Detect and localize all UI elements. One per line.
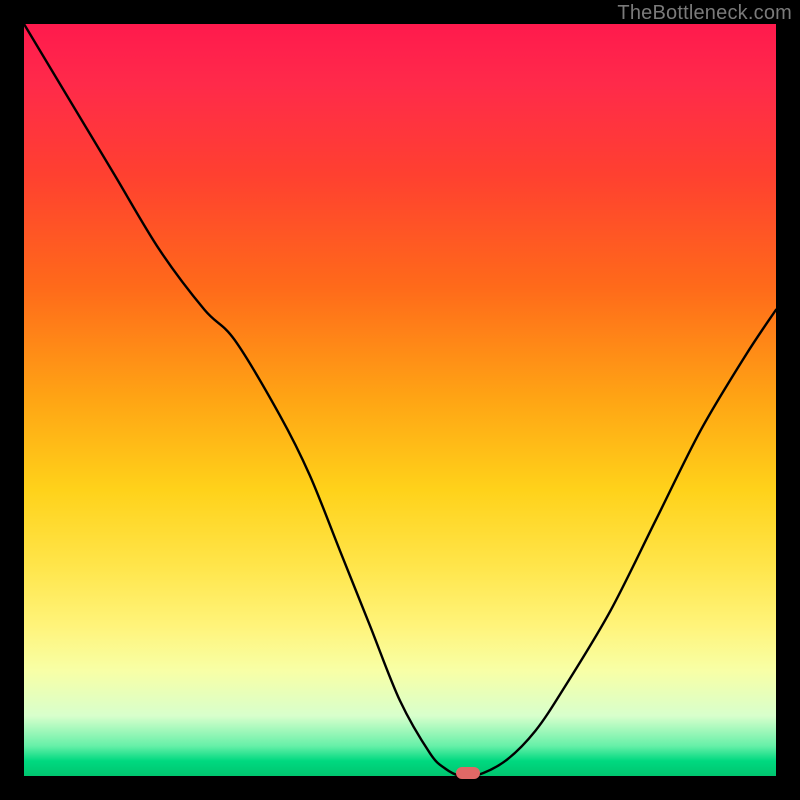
chart-frame: TheBottleneck.com — [0, 0, 800, 800]
optimal-marker — [456, 767, 480, 779]
plot-area — [24, 24, 776, 776]
attribution-label: TheBottleneck.com — [617, 2, 792, 25]
bottleneck-curve — [24, 24, 776, 776]
